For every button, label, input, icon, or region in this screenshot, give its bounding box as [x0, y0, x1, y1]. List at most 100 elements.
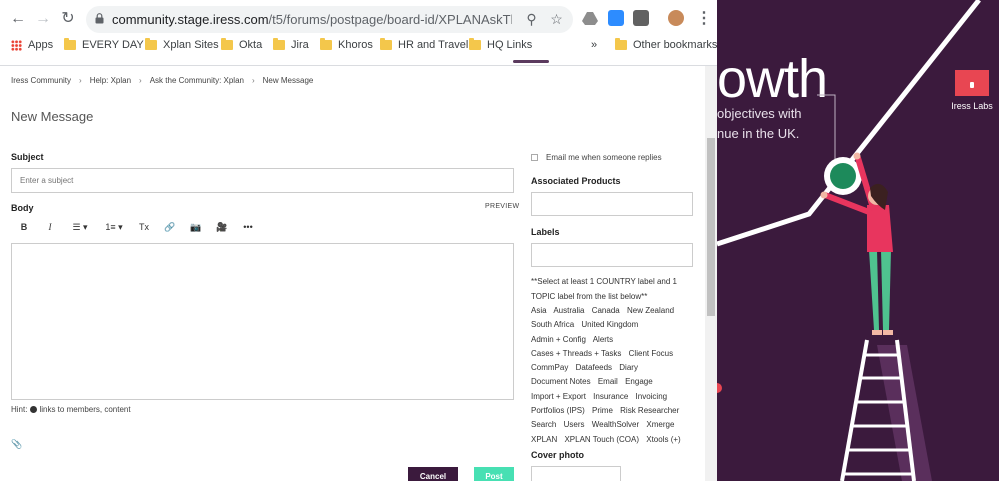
- back-arrow-icon[interactable]: ←: [9, 10, 27, 28]
- label-option[interactable]: Cases + Threads + Tasks: [531, 349, 621, 358]
- label-option[interactable]: Email: [598, 377, 618, 386]
- reload-icon[interactable]: ↻: [59, 10, 77, 28]
- label-option[interactable]: Prime: [592, 406, 613, 415]
- hint-text: Hint: links to members, content: [11, 405, 131, 414]
- label-option[interactable]: Admin + Config: [531, 335, 586, 344]
- preview-link[interactable]: PREVIEW: [485, 203, 519, 210]
- bookmarks-bar: Apps EVERY DAY Xplan Sites Okta Jira Kho…: [0, 36, 717, 56]
- iress-labs-shortcut[interactable]: Iress Labs: [948, 70, 996, 116]
- label-option[interactable]: Alerts: [593, 335, 613, 344]
- email-notify-label: Email me when someone replies: [546, 153, 662, 162]
- label-option[interactable]: Search: [531, 420, 556, 429]
- associated-products-label: Associated Products: [531, 176, 621, 186]
- shield-extension-icon[interactable]: [633, 10, 649, 26]
- folder-icon: [145, 38, 157, 50]
- label-option[interactable]: Engage: [625, 377, 653, 386]
- bookmark-other[interactable]: Other bookmarks: [615, 38, 717, 51]
- italic-icon[interactable]: I: [37, 218, 63, 236]
- zoom-extension-icon[interactable]: [608, 10, 624, 26]
- label-option[interactable]: Xtools (+): [646, 435, 680, 444]
- associated-products-input[interactable]: [531, 192, 693, 216]
- lock-icon: [95, 13, 104, 24]
- breadcrumb-help-xplan[interactable]: Help: Xplan: [90, 76, 131, 85]
- folder-icon: [273, 38, 285, 50]
- label-option[interactable]: Import + Export: [531, 392, 586, 401]
- video-icon[interactable]: 🎥: [209, 218, 235, 236]
- more-icon[interactable]: •••: [235, 218, 261, 236]
- labels-input[interactable]: [531, 243, 693, 267]
- label-option[interactable]: XPLAN Touch (COA): [564, 435, 639, 444]
- subject-input[interactable]: [11, 168, 514, 193]
- label-option[interactable]: Portfolios (IPS): [531, 406, 585, 415]
- page-title: New Message: [11, 109, 94, 124]
- cover-photo-input[interactable]: [531, 466, 621, 481]
- subject-label: Subject: [11, 152, 44, 162]
- bookmark-jira[interactable]: Jira: [273, 38, 309, 51]
- label-option[interactable]: Users: [564, 420, 585, 429]
- label-option[interactable]: Client Focus: [629, 349, 673, 358]
- iress-labs-logo-icon: [955, 70, 989, 96]
- chevron-right-icon: ›: [79, 76, 82, 85]
- email-notify-checkbox[interactable]: Email me when someone replies: [531, 153, 662, 162]
- link-icon[interactable]: 🔗: [157, 218, 183, 236]
- label-option[interactable]: New Zealand: [627, 306, 674, 315]
- zoom-icon[interactable]: ⚲: [523, 11, 540, 28]
- camera-icon[interactable]: 📷: [183, 218, 209, 236]
- body-editor[interactable]: [11, 243, 514, 400]
- mention-icon: [30, 406, 38, 413]
- label-option[interactable]: Invoicing: [636, 392, 668, 401]
- label-option[interactable]: Diary: [619, 363, 638, 372]
- scrollbar-thumb[interactable]: [707, 138, 715, 316]
- bookmark-apps[interactable]: Apps: [11, 39, 53, 51]
- label-option[interactable]: CommPay: [531, 363, 568, 372]
- label-option[interactable]: Datafeeds: [576, 363, 612, 372]
- url-text: community.stage.iress.com/t5/forums/post…: [112, 12, 512, 27]
- page-scrollbar[interactable]: [705, 66, 717, 481]
- bookmark-khoros[interactable]: Khoros: [320, 38, 373, 51]
- forward-arrow-icon[interactable]: →: [34, 10, 52, 28]
- folder-icon: [64, 38, 76, 50]
- breadcrumb-iress-community[interactable]: Iress Community: [11, 76, 71, 85]
- folder-icon: [221, 38, 233, 50]
- body-label: Body: [11, 203, 34, 213]
- profile-avatar[interactable]: [668, 10, 684, 26]
- address-bar[interactable]: community.stage.iress.com/t5/forums/post…: [86, 6, 573, 33]
- bullet-list-icon[interactable]: ☰ ▾: [63, 218, 97, 236]
- cover-photo-label: Cover photo: [531, 450, 584, 460]
- drive-extension-icon[interactable]: [582, 10, 598, 26]
- label-option[interactable]: United Kingdom: [581, 320, 638, 329]
- label-list: Asia Australia Canada New Zealand South …: [531, 304, 701, 447]
- apps-grid-icon: [11, 39, 22, 51]
- breadcrumb-new-message: New Message: [262, 76, 314, 85]
- label-option[interactable]: Risk Researcher: [620, 406, 679, 415]
- labels-label: Labels: [531, 227, 560, 237]
- more-bookmarks-chevron[interactable]: »: [591, 39, 597, 51]
- bookmark-okta[interactable]: Okta: [221, 38, 262, 51]
- label-option[interactable]: Asia: [531, 306, 547, 315]
- label-option[interactable]: XPLAN: [531, 435, 557, 444]
- labels-instructions: **Select at least 1 COUNTRY label and 1 …: [531, 277, 678, 301]
- label-option[interactable]: Insurance: [593, 392, 628, 401]
- folder-icon: [380, 38, 392, 50]
- numbered-list-icon[interactable]: 1≡ ▾: [97, 218, 131, 236]
- checkbox-icon[interactable]: [531, 154, 538, 161]
- bookmark-every-day[interactable]: EVERY DAY: [64, 38, 144, 51]
- clear-format-icon[interactable]: Tx: [131, 218, 157, 236]
- paperclip-icon[interactable]: 📎: [11, 439, 22, 450]
- menu-dots-icon[interactable]: ⋮: [695, 10, 713, 28]
- chevron-right-icon: ›: [251, 76, 255, 85]
- label-option[interactable]: Xmerge: [646, 420, 674, 429]
- label-option[interactable]: WealthSolver: [592, 420, 639, 429]
- label-option[interactable]: Document Notes: [531, 377, 591, 386]
- post-button[interactable]: Post: [474, 467, 514, 481]
- cancel-button[interactable]: Cancel: [408, 467, 458, 481]
- bookmark-xplan-sites[interactable]: Xplan Sites: [145, 38, 219, 51]
- label-option[interactable]: South Africa: [531, 320, 574, 329]
- breadcrumb-ask-community[interactable]: Ask the Community: Xplan: [150, 76, 244, 85]
- bookmark-hr-travel[interactable]: HR and Travel: [380, 38, 468, 51]
- bookmark-hq-links[interactable]: HQ Links: [469, 38, 532, 51]
- label-option[interactable]: Australia: [553, 306, 584, 315]
- bold-icon[interactable]: B: [11, 218, 37, 236]
- label-option[interactable]: Canada: [592, 306, 620, 315]
- star-icon[interactable]: ☆: [548, 11, 565, 28]
